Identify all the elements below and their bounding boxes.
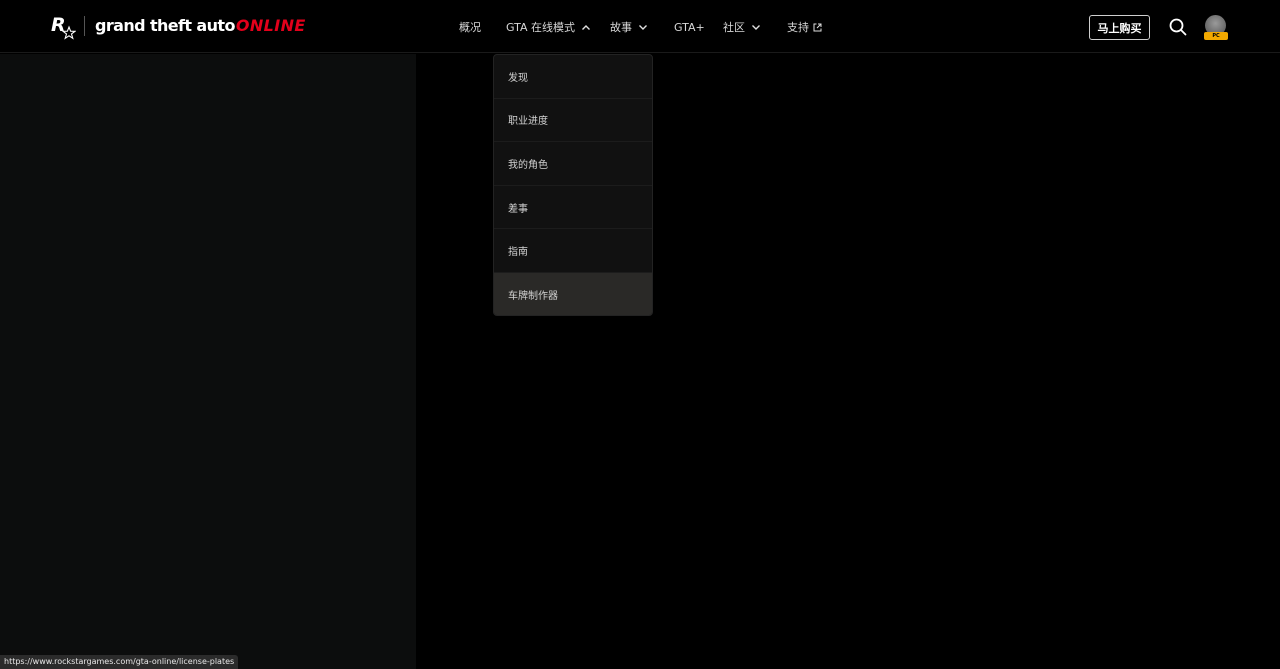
dropdown-item-label: 指南 [508,247,528,259]
dropdown-item-license-plate-creator[interactable]: 车牌制作器 [494,272,652,315]
chevron-down-icon [752,24,760,30]
nav-gta-plus-label: GTA+ [674,20,705,34]
dropdown-item-guides[interactable]: 指南 [494,229,652,273]
rockstar-logo-icon[interactable]: R [50,12,76,40]
nav-support-label: 支持 [787,21,809,34]
chevron-up-icon [582,24,591,30]
nav-community-label: 社区 [723,21,745,34]
dropdown-item-my-character[interactable]: 我的角色 [494,142,652,186]
platform-badge: PC [1204,32,1228,40]
chevron-down-icon [639,24,647,30]
buy-now-button[interactable]: 马上购买 [1089,15,1150,40]
dropdown-item-label: 职业进度 [508,116,548,128]
nav-story[interactable]: 故事 [610,19,648,35]
user-avatar-button[interactable]: PC [1203,15,1229,41]
nav-support[interactable]: 支持 [787,19,822,35]
nav-gta-online[interactable]: GTA 在线模式 [506,19,591,35]
dropdown-item-label: 发现 [508,72,528,84]
top-navigation-bar: R grand theft auto ONLINE 概况 GTA 在线模式 故事… [0,0,1280,53]
left-panel [0,54,416,669]
nav-community[interactable]: 社区 [723,19,761,35]
browser-status-url: https://www.rockstargames.com/gta-online… [0,655,239,669]
dropdown-item-label: 我的角色 [508,159,548,171]
logo-text-accent: ONLINE [235,16,306,35]
logo-text-main: grand theft auto [95,16,235,35]
dropdown-item-career-progress[interactable]: 职业进度 [494,99,652,143]
nav-overview-label: 概况 [459,21,481,34]
nav-story-label: 故事 [610,21,632,34]
external-link-icon [813,23,822,31]
gta-online-logo[interactable]: grand theft auto ONLINE [95,14,306,38]
dropdown-item-label: 差事 [508,203,528,215]
dropdown-item-jobs[interactable]: 差事 [494,186,652,230]
buy-now-label: 马上购买 [1097,21,1142,35]
search-icon[interactable] [1168,17,1188,37]
dropdown-item-discover[interactable]: 发现 [494,55,652,99]
logo-divider [84,16,85,36]
nav-gta-plus[interactable]: GTA+ [674,19,705,35]
svg-text:R: R [51,14,66,36]
page: R grand theft auto ONLINE 概况 GTA 在线模式 故事… [0,0,1280,669]
gta-online-dropdown-menu: 发现 职业进度 我的角色 差事 指南 车牌制作器 [493,54,653,316]
dropdown-item-label: 车牌制作器 [508,291,558,303]
nav-overview[interactable]: 概况 [459,19,481,35]
nav-gta-online-label: GTA 在线模式 [506,21,576,34]
